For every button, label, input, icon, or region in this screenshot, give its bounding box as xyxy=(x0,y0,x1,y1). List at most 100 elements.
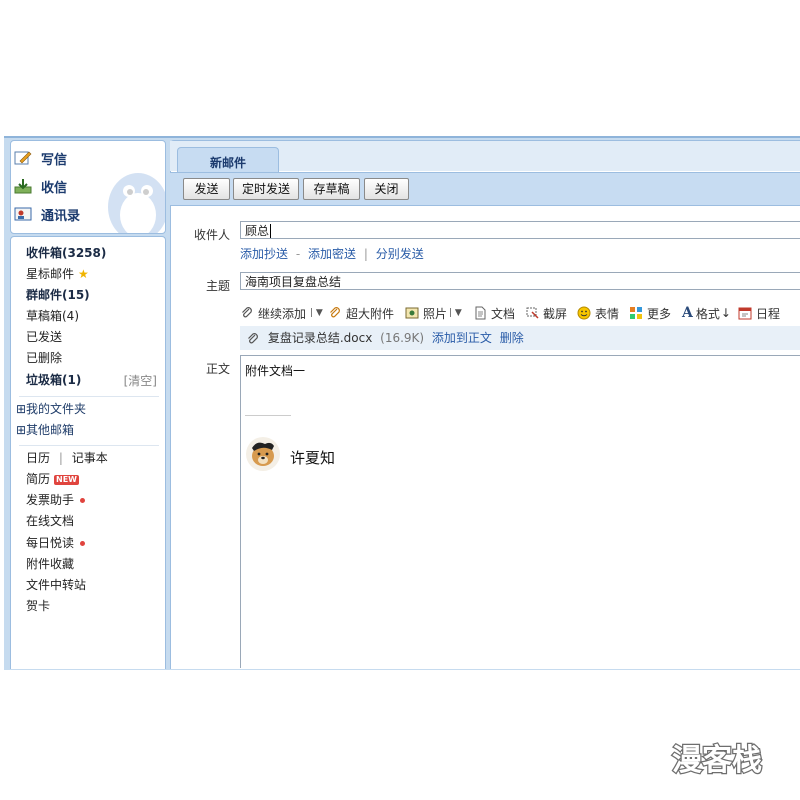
schedule-label: 日程 xyxy=(756,306,781,321)
notification-dot xyxy=(80,498,86,503)
receive-mail-button[interactable]: 收信 xyxy=(14,174,67,198)
folder-deleted[interactable]: 已删除 xyxy=(26,348,62,368)
screenshot-label: 截屏 xyxy=(543,306,568,321)
tree-my-folders[interactable]: ⊞我的文件夹 xyxy=(16,399,86,419)
site-watermark-logo: 漫客栈 xyxy=(671,742,764,778)
attachment-bar: 复盘记录总结.docx (16.9K) 添加到正文 删除 xyxy=(240,326,800,350)
format-label: 格式 xyxy=(695,306,720,321)
attachment-filename: 复盘记录总结.docx xyxy=(267,331,373,345)
notification-dot xyxy=(80,541,86,546)
add-cc-link[interactable]: 添加抄送 xyxy=(240,247,288,261)
app-notes[interactable]: 记事本 xyxy=(72,451,108,465)
large-attachment-label: 超大附件 xyxy=(346,306,395,321)
app-calendar[interactable]: 日历 xyxy=(26,451,50,465)
separate-send-link[interactable]: 分别发送 xyxy=(376,247,424,261)
app-cards[interactable]: 贺卡 xyxy=(26,596,50,616)
delete-attachment-link[interactable]: 删除 xyxy=(500,331,524,345)
pencil-icon xyxy=(14,151,32,165)
divider xyxy=(19,396,159,397)
folder-trash[interactable]: 垃圾箱(1) xyxy=(26,370,81,390)
app-file-transfer[interactable]: 文件中转站 xyxy=(26,575,86,595)
photo-label: 照片 xyxy=(423,306,448,321)
dropdown-arrow-icon[interactable]: | ▼ xyxy=(310,308,323,318)
paperclip-icon xyxy=(330,307,340,318)
subject-input[interactable]: 海南项目复盘总结 xyxy=(240,272,800,290)
app-daily-read[interactable]: 每日悦读 xyxy=(26,533,86,553)
signature-divider xyxy=(245,415,291,416)
folder-starred[interactable]: 星标邮件 ★ xyxy=(26,264,89,284)
add-to-body-link[interactable]: 添加到正文 xyxy=(432,331,492,345)
signature-name: 许夏知 xyxy=(290,449,336,467)
document-label: 文档 xyxy=(491,306,516,321)
send-button[interactable]: 发送 xyxy=(183,178,230,200)
tree-other-mailboxes[interactable]: ⊞其他邮箱 xyxy=(16,420,74,440)
recipient-label: 收件人 xyxy=(193,228,230,242)
svg-text:漫客栈: 漫客栈 xyxy=(672,743,762,778)
more-button[interactable]: 更多 xyxy=(629,305,671,321)
emoji-label: 表情 xyxy=(595,306,620,321)
app-invoice-label: 发票助手 xyxy=(26,493,75,507)
document-button[interactable]: 文档 xyxy=(473,305,515,321)
compose-button[interactable]: 写信 xyxy=(14,146,67,170)
contacts-card-icon xyxy=(14,207,32,221)
dog-avatar-icon xyxy=(246,437,280,471)
app-resume[interactable]: 简历 NEW xyxy=(26,469,79,489)
paperclip-icon xyxy=(242,307,252,318)
app-divider: | xyxy=(58,451,63,465)
contacts-label: 通讯录 xyxy=(41,208,81,224)
tab-new-mail[interactable]: 新邮件 xyxy=(177,147,279,174)
screenshot-button[interactable]: 截屏 xyxy=(525,305,567,321)
continue-add-label: 继续添加 xyxy=(258,306,307,321)
penguin-mascot-icon xyxy=(108,173,165,233)
scissors-icon xyxy=(526,307,539,319)
schedule-send-button[interactable]: 定时发送 xyxy=(233,178,299,200)
save-draft-button[interactable]: 存草稿 xyxy=(303,178,360,200)
folder-inbox[interactable]: 收件箱(3258) xyxy=(26,243,106,263)
add-bcc-link[interactable]: 添加密送 xyxy=(308,247,356,261)
inbox-download-icon xyxy=(14,179,32,194)
grid-apps-icon xyxy=(630,307,642,319)
body-editor[interactable]: 附件文档一 许夏知 xyxy=(240,355,800,668)
subject-label: 主题 xyxy=(205,279,230,293)
contacts-button[interactable]: 通讯录 xyxy=(14,202,80,226)
folder-drafts[interactable]: 草稿箱(4) xyxy=(26,306,79,326)
attachment-size: (16.9K) xyxy=(380,331,425,345)
emoji-button[interactable]: 表情 xyxy=(577,305,619,321)
photo-button[interactable]: 照片 | ▼ xyxy=(405,305,462,321)
app-invoice[interactable]: 发票助手 xyxy=(26,490,86,510)
schedule-button[interactable]: 日程 xyxy=(738,305,780,321)
body-label: 正文 xyxy=(205,362,230,376)
smiley-icon xyxy=(577,306,591,320)
arrow-down-icon: ↓ xyxy=(720,306,731,320)
large-attachment-button[interactable]: 超大附件 xyxy=(328,305,394,321)
folder-group[interactable]: 群邮件(15) xyxy=(26,285,90,305)
separator: | xyxy=(363,247,368,261)
separator: - xyxy=(295,247,301,261)
folder-list-panel: 收件箱(3258) 星标邮件 ★ 群邮件(15) 草稿箱(4) 已发送 已删除 垃… xyxy=(10,236,166,669)
folder-sent[interactable]: 已发送 xyxy=(26,327,62,347)
clear-trash-link[interactable]: [清空] xyxy=(124,372,157,389)
app-online-docs[interactable]: 在线文档 xyxy=(26,511,74,531)
dropdown-arrow-icon[interactable]: | ▼ xyxy=(449,308,462,318)
app-attachments[interactable]: 附件收藏 xyxy=(26,554,74,574)
app-calendar-notes-row: 日历 | 记事本 xyxy=(26,448,108,468)
body-text: 附件文档一 xyxy=(245,364,306,378)
photo-icon xyxy=(405,307,419,319)
folder-starred-label: 星标邮件 xyxy=(26,267,75,281)
app-daily-read-label: 每日悦读 xyxy=(26,536,75,550)
compose-label: 写信 xyxy=(41,152,68,168)
divider xyxy=(19,445,159,446)
star-icon: ★ xyxy=(78,267,89,281)
continue-add-button[interactable]: 继续添加 | ▼ xyxy=(240,305,323,321)
more-label: 更多 xyxy=(647,306,672,321)
font-a-icon: A xyxy=(682,305,693,321)
recipient-value: 顾总 xyxy=(245,224,270,238)
format-button[interactable]: A 格式 ↓ xyxy=(682,305,731,321)
close-button[interactable]: 关闭 xyxy=(364,178,409,200)
new-badge: NEW xyxy=(54,474,79,485)
calendar-icon xyxy=(738,307,752,320)
recipient-options: 添加抄送 - 添加密送 | 分别发送 xyxy=(240,245,424,262)
recipient-input[interactable]: 顾总 xyxy=(240,221,800,239)
app-resume-label: 简历 xyxy=(26,472,51,486)
receive-label: 收信 xyxy=(41,180,68,196)
